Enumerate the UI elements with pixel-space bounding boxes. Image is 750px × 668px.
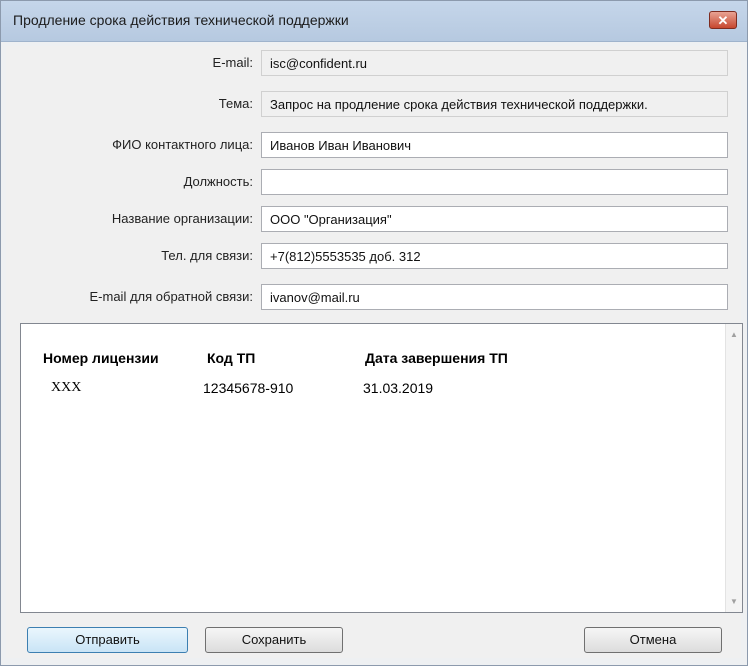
close-icon[interactable]: ✕: [709, 11, 737, 29]
contact-name-row: ФИО контактного лица: Иванов Иван Иванов…: [6, 132, 741, 158]
phone-row: Тел. для связи: +7(812)5553535 доб. 312: [6, 243, 741, 269]
contact-name-label: ФИО контактного лица:: [112, 137, 253, 152]
phone-field[interactable]: +7(812)5553535 доб. 312: [261, 243, 728, 269]
header-license-number: Номер лицензии: [43, 350, 159, 366]
license-info-panel[interactable]: Номер лицензии Код ТП Дата завершения ТП…: [20, 323, 743, 613]
reply-email-label: E-mail для обратной связи:: [89, 289, 254, 304]
position-row: Должность:: [6, 169, 741, 195]
title-bar: Продление срока действия технической под…: [1, 1, 747, 42]
cell-tp-end-date: 31.03.2019: [363, 380, 434, 396]
cell-license-number: XXX: [51, 380, 82, 395]
cancel-button[interactable]: Отмена: [584, 627, 722, 653]
organization-row: Название организации: ООО "Организация": [6, 206, 741, 232]
window-title: Продление срока действия технической под…: [13, 12, 349, 28]
phone-label: Тел. для связи:: [161, 248, 253, 263]
cell-tp-code: 12345678-910: [203, 380, 294, 396]
organization-label: Название организации:: [111, 211, 253, 226]
header-tp-code: Код ТП: [207, 350, 256, 366]
scroll-down-icon[interactable]: ▼: [726, 597, 742, 606]
position-label: Должность:: [183, 174, 253, 189]
save-button[interactable]: Сохранить: [205, 627, 343, 653]
scroll-up-icon[interactable]: ▲: [726, 330, 742, 339]
organization-field[interactable]: ООО "Организация": [261, 206, 728, 232]
vertical-scrollbar[interactable]: ▲ ▼: [725, 324, 742, 612]
send-button[interactable]: Отправить: [27, 627, 188, 653]
header-tp-end-date: Дата завершения ТП: [365, 350, 508, 366]
subject-label: Тема:: [218, 96, 253, 111]
email-field: isc@confident.ru: [261, 50, 728, 76]
email-row: E-mail: isc@confident.ru: [6, 50, 741, 76]
reply-email-field[interactable]: ivanov@mail.ru: [261, 284, 728, 310]
reply-email-row: E-mail для обратной связи: ivanov@mail.r…: [6, 284, 741, 310]
contact-name-field[interactable]: Иванов Иван Иванович: [261, 132, 728, 158]
position-field[interactable]: [261, 169, 728, 195]
subject-row: Тема: Запрос на продление срока действия…: [6, 91, 741, 117]
email-label: E-mail:: [212, 55, 253, 70]
subject-field: Запрос на продление срока действия техни…: [261, 91, 728, 117]
